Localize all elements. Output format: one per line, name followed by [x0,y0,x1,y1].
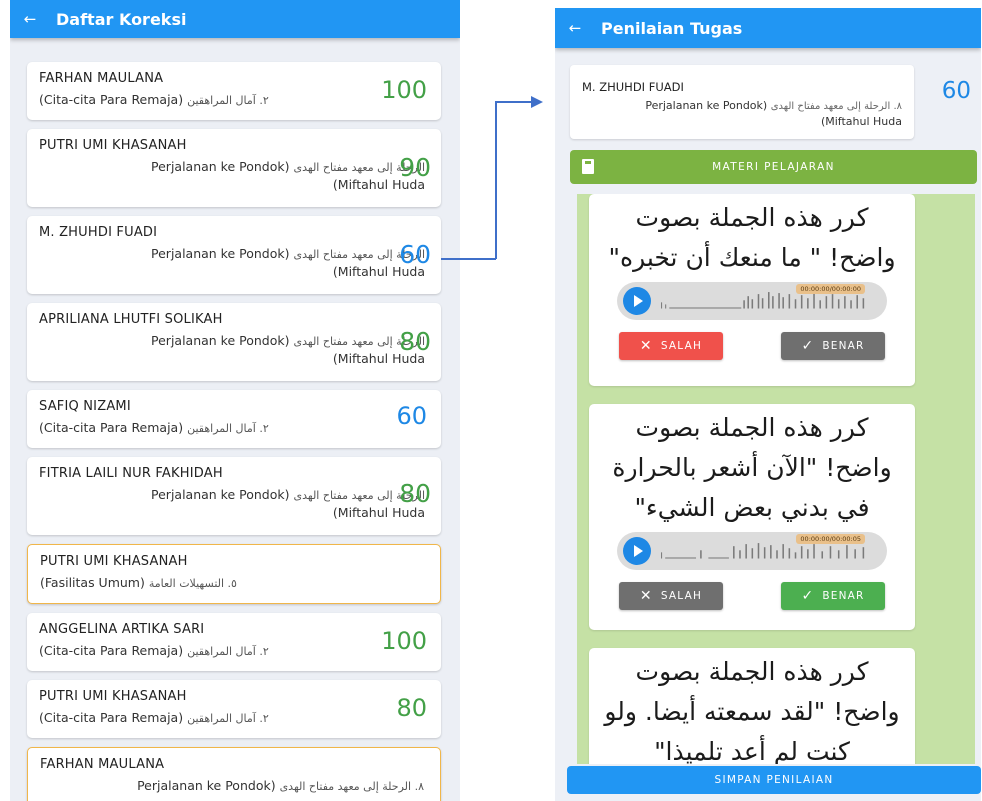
audio-timer: 00:00:00/00:00:05 [796,534,865,544]
back-arrow-icon[interactable]: ← [16,10,44,28]
app-bar: ← Daftar Koreksi [10,0,460,38]
student-name: FITRIA LAILI NUR FAKHIDAH [39,466,223,481]
question-card: كرر هذه الجملة بصوت واضح! "الآن أشعر بال… [589,404,915,630]
score-value: 90 [399,153,431,182]
lesson-title: (Fasilitas Umum) ٥. التسهيلات العامة [40,575,237,590]
connector-line [495,101,497,259]
list-item[interactable]: FITRIA LAILI NUR FAKHIDAH Perjalanan ke … [27,457,441,535]
arrow-right-icon [531,96,543,108]
lesson-title: (Cita-cita Para Remaja) ٢. آمال المراهقي… [39,92,269,107]
play-icon[interactable] [623,287,651,315]
score-value: 60 [941,78,971,104]
lesson-title: Perjalanan ke Pondok) الرحلة إلى معهد مف… [151,246,425,279]
student-name: PUTRI UMI KHASANAH [39,689,187,704]
grading-buttons: ✕ SALAH ✓ BENAR [589,582,915,610]
audio-timer: 00:00:00/00:00:00 [796,284,865,294]
list-item[interactable]: M. ZHUHDI FUADI Perjalanan ke Pondok) ال… [27,216,441,294]
close-icon: ✕ [639,588,653,604]
grading-buttons: ✕ SALAH ✓ BENAR [589,332,915,360]
score-value: 100 [381,627,427,655]
score-value: 80 [399,327,431,356]
lesson-title: (Cita-cita Para Remaja) ٢. آمال المراهقي… [39,643,269,658]
list-item[interactable]: PUTRI UMI KHASANAH (Fasilitas Umum) ٥. ا… [27,544,441,604]
lesson-title: (Cita-cita Para Remaja) ٢. آمال المراهقي… [39,710,269,725]
student-info-card: M. ZHUHDI FUADI Perjalanan ke Pondok) ٨.… [570,65,914,139]
lesson-title: Perjalanan ke Pondok) ٨. الرحلة إلى معهد… [137,778,424,793]
connector-line [495,101,531,103]
list-item[interactable]: PUTRI UMI KHASANAH Perjalanan ke Pondok)… [27,129,441,207]
salah-button[interactable]: ✕ SALAH [619,582,723,610]
list-item[interactable]: SAFIQ NIZAMI (Cita-cita Para Remaja) ٢. … [27,390,441,448]
play-icon[interactable] [623,537,651,565]
lesson-title: (Cita-cita Para Remaja) ٢. آمال المراهقي… [39,420,269,435]
page-title: Penilaian Tugas [601,18,743,38]
student-name: FARHAN MAULANA [39,71,164,86]
lesson-title: Perjalanan ke Pondok) الرحلة إلى معهد مف… [151,487,425,520]
lesson-title: Perjalanan ke Pondok) الرحلة إلى معهد مف… [151,333,425,366]
student-name: ANGGELINA ARTIKA SARI [39,622,205,637]
score-value: 60 [399,240,431,269]
question-card: كرر هذه الجملة بصوت واضح! " ما منعك أن ت… [589,194,915,386]
question-list: كرر هذه الجملة بصوت واضح! " ما منعك أن ت… [577,194,975,764]
student-name: PUTRI UMI KHASANAH [39,138,187,153]
check-icon: ✓ [801,588,815,604]
salah-button[interactable]: ✕ SALAH [619,332,723,360]
list-item[interactable]: FARHAN MAULANA Perjalanan ke Pondok) ٨. … [27,747,441,801]
back-arrow-icon[interactable]: ← [561,19,589,37]
question-text: كرر هذه الجملة بصوت واضح! " ما منعك أن ت… [608,203,896,272]
list-item[interactable]: PUTRI UMI KHASANAH (Cita-cita Para Remaj… [27,680,441,738]
student-name: PUTRI UMI KHASANAH [40,554,188,569]
list-item[interactable]: ANGGELINA ARTIKA SARI (Cita-cita Para Re… [27,613,441,671]
list-item[interactable]: FARHAN MAULANA (Cita-cita Para Remaja) ٢… [27,62,441,120]
score-value: 60 [396,402,427,430]
audio-player[interactable]: 00:00:00/00:00:05 [617,532,887,570]
score-value: 80 [399,479,431,508]
student-name: M. ZHUHDI FUADI [39,225,158,240]
question-text: كرر هذه الجملة بصوت واضح! "لقد سمعته أيض… [604,657,900,764]
check-icon: ✓ [801,338,815,354]
student-name: SAFIQ NIZAMI [39,399,131,414]
book-icon [582,159,594,174]
lesson-title: Perjalanan ke Pondok) ٨. الرحلة إلى معهد… [645,99,902,128]
app-bar: ← Penilaian Tugas [555,8,981,48]
benar-button[interactable]: ✓ BENAR [781,582,885,610]
close-icon: ✕ [639,338,653,354]
page-title: Daftar Koreksi [56,9,187,29]
penilaian-tugas-screen: ← Penilaian Tugas M. ZHUHDI FUADI Perjal… [555,8,981,801]
question-card: كرر هذه الجملة بصوت واضح! "لقد سمعته أيض… [589,648,915,764]
lesson-title: Perjalanan ke Pondok) الرحلة إلى معهد مف… [151,159,425,192]
question-text: كرر هذه الجملة بصوت واضح! "الآن أشعر بال… [612,413,892,522]
benar-button[interactable]: ✓ BENAR [781,332,885,360]
score-value: 80 [396,694,427,722]
connector-line [441,258,496,260]
materi-label: MATERI PELAJARAN [712,161,835,173]
materi-pelajaran-button[interactable]: MATERI PELAJARAN [570,150,977,184]
list-item[interactable]: APRILIANA LHUTFI SOLIKAH Perjalanan ke P… [27,303,441,381]
audio-player[interactable]: 00:00:00/00:00:00 [617,282,887,320]
student-name: FARHAN MAULANA [40,757,165,772]
student-name: APRILIANA LHUTFI SOLIKAH [39,312,223,327]
simpan-penilaian-button[interactable]: SIMPAN PENILAIAN [567,766,981,794]
score-value: 100 [381,76,427,104]
daftar-koreksi-screen: ← Daftar Koreksi FARHAN MAULANA (Cita-ci… [10,0,460,801]
student-name: M. ZHUHDI FUADI [582,80,684,94]
correction-list: FARHAN MAULANA (Cita-cita Para Remaja) ٢… [27,62,441,801]
